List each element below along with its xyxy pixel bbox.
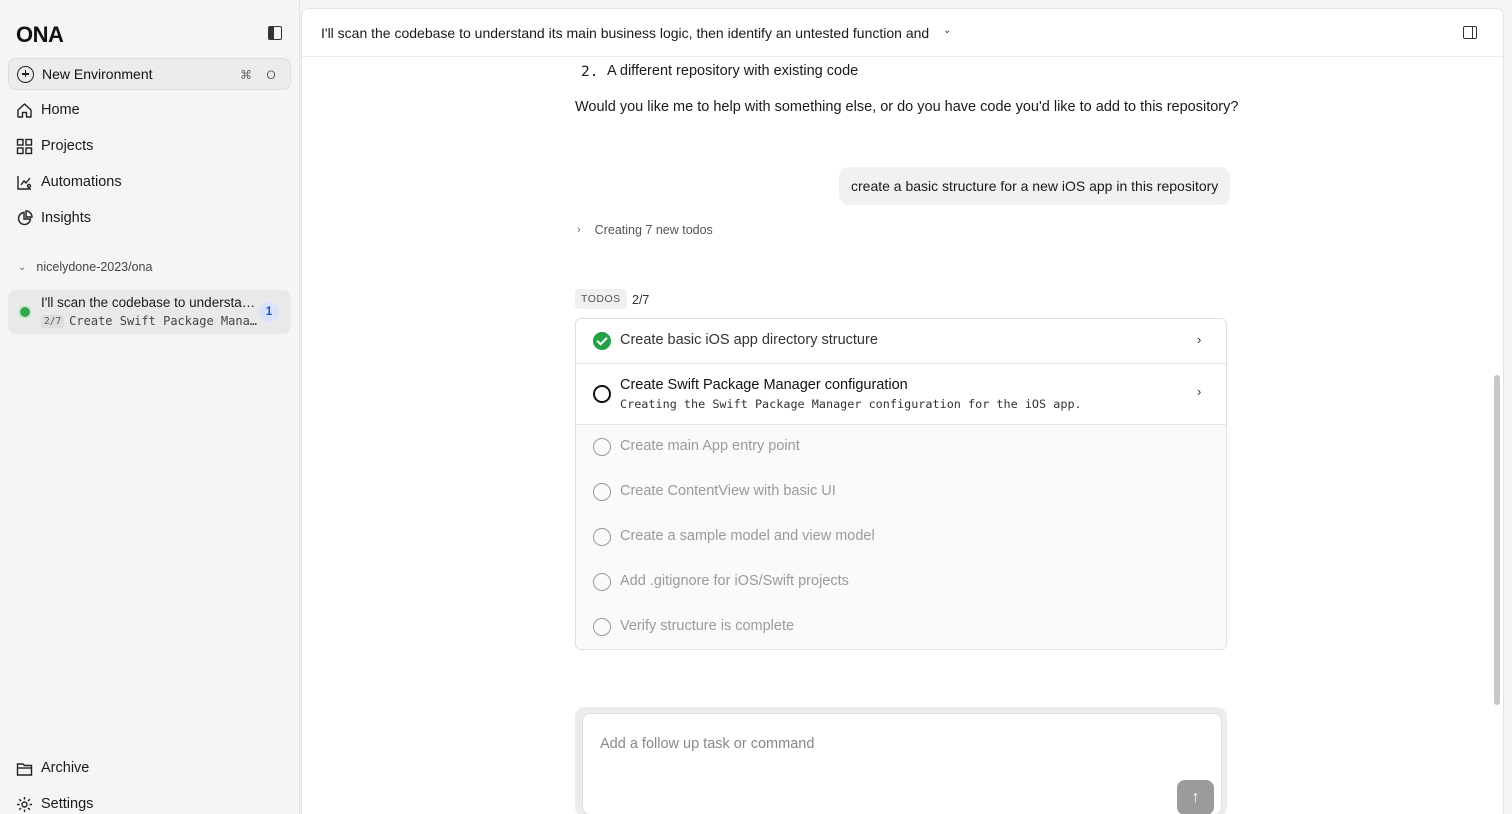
home-icon xyxy=(16,102,33,119)
user-message: create a basic structure for a new iOS a… xyxy=(839,167,1231,205)
creating-todos-toggle[interactable]: › Creating 7 new todos xyxy=(577,223,713,237)
list-item-number: 2. xyxy=(581,64,599,80)
todos-tag: TODOS xyxy=(575,289,627,309)
main-panel: I'll scan the codebase to understand its… xyxy=(301,8,1504,814)
chevron-right-icon: › xyxy=(1197,384,1202,399)
todo-item[interactable]: Create ContentView with basic UI xyxy=(576,470,1226,515)
check-circle-icon xyxy=(593,332,611,350)
todo-item[interactable]: Create Swift Package Manager configurati… xyxy=(576,364,1226,425)
command-key-hint: ⌘ xyxy=(240,68,252,82)
scrollbar[interactable] xyxy=(1494,375,1500,705)
empty-circle-icon xyxy=(593,438,611,456)
plus-circle-icon xyxy=(17,65,34,83)
environment-item[interactable]: I'll scan the codebase to understand its… xyxy=(8,290,291,334)
automation-icon xyxy=(16,174,33,191)
todo-label: Create ContentView with basic UI xyxy=(620,483,836,499)
pie-chart-icon xyxy=(16,209,33,227)
environment-subtitle: 2/7 Create Swift Package Manager configu… xyxy=(41,314,259,328)
gear-icon xyxy=(16,796,33,813)
todo-item[interactable]: Verify structure is complete xyxy=(576,605,1226,649)
chevron-down-icon[interactable]: ⌄ xyxy=(943,25,951,36)
chevron-right-icon: › xyxy=(1197,332,1202,347)
sidebar-item-label: Home xyxy=(41,102,80,118)
notification-badge: 1 xyxy=(259,302,279,322)
todo-detail: Creating the Swift Package Manager confi… xyxy=(620,397,1082,411)
empty-circle-icon xyxy=(593,618,611,636)
todo-label: Create basic iOS app directory structure xyxy=(620,332,878,348)
sidebar-item-automations[interactable]: Automations xyxy=(16,172,122,192)
archive-icon xyxy=(16,760,33,777)
environment-progress: 2/7 xyxy=(41,314,65,328)
right-panel-toggle-icon[interactable] xyxy=(1463,26,1477,39)
todo-item[interactable]: Create a sample model and view model xyxy=(576,515,1226,560)
todo-label: Create main App entry point xyxy=(620,438,800,454)
project-group-header[interactable]: ⌄ nicelydone-2023/ona xyxy=(18,260,152,274)
send-button[interactable]: ↑ xyxy=(1177,780,1214,814)
sidebar-item-label: Settings xyxy=(41,796,94,812)
project-group-label: nicelydone-2023/ona xyxy=(36,260,153,274)
in-progress-icon xyxy=(593,385,611,403)
sidebar-toggle-icon[interactable] xyxy=(268,26,282,40)
todo-item[interactable]: Create main App entry point xyxy=(576,425,1226,470)
ona-logo[interactable]: ONA xyxy=(16,22,64,48)
follow-up-input[interactable] xyxy=(600,736,1160,752)
creating-todos-label: Creating 7 new todos xyxy=(594,223,713,237)
sidebar-item-label: Archive xyxy=(41,760,90,776)
chevron-down-icon: ⌄ xyxy=(18,261,27,273)
todo-label: Verify structure is complete xyxy=(620,618,795,634)
sidebar-item-settings[interactable]: Settings xyxy=(16,794,93,814)
composer: ↑ xyxy=(582,713,1222,814)
new-environment-label: New Environment xyxy=(42,66,153,82)
sidebar-item-label: Projects xyxy=(41,138,94,154)
status-dot-icon xyxy=(20,307,30,317)
new-environment-button[interactable]: New Environment ⌘ O xyxy=(8,58,291,90)
todo-list: Create basic iOS app directory structure… xyxy=(575,318,1227,650)
arrow-up-icon: ↑ xyxy=(1191,788,1200,806)
environment-title: I'll scan the codebase to understand its… xyxy=(41,295,256,310)
todos-count: 2/7 xyxy=(632,293,650,307)
pending-todos: Create main App entry point Create Conte… xyxy=(576,425,1226,649)
chevron-right-icon: › xyxy=(577,224,581,236)
conversation-header: I'll scan the codebase to understand its… xyxy=(302,9,1503,57)
assistant-message: Would you like me to help with something… xyxy=(575,99,1239,115)
sidebar-item-label: Insights xyxy=(41,210,91,226)
empty-circle-icon xyxy=(593,483,611,501)
sidebar-item-projects[interactable]: Projects xyxy=(16,136,93,156)
sidebar-item-home[interactable]: Home xyxy=(16,100,80,120)
conversation-title[interactable]: I'll scan the codebase to understand its… xyxy=(321,25,929,41)
empty-circle-icon xyxy=(593,573,611,591)
empty-circle-icon xyxy=(593,528,611,546)
list-item-text: A different repository with existing cod… xyxy=(607,63,859,79)
todo-item[interactable]: Create basic iOS app directory structure… xyxy=(576,319,1226,364)
o-key-hint: O xyxy=(266,68,276,82)
environment-current-task: Create Swift Package Manager configurati… xyxy=(69,314,259,328)
sidebar-item-label: Automations xyxy=(41,174,122,190)
todo-label: Create a sample model and view model xyxy=(620,528,875,544)
todo-label: Add .gitignore for iOS/Swift projects xyxy=(620,573,849,589)
sidebar-item-archive[interactable]: Archive xyxy=(16,758,89,778)
grid-icon xyxy=(16,138,33,155)
sidebar-item-insights[interactable]: Insights xyxy=(16,208,91,228)
todo-label: Create Swift Package Manager configurati… xyxy=(620,377,908,393)
sidebar: ONA New Environment ⌘ O Home Projects Au… xyxy=(0,0,300,814)
todo-item[interactable]: Add .gitignore for iOS/Swift projects xyxy=(576,560,1226,605)
